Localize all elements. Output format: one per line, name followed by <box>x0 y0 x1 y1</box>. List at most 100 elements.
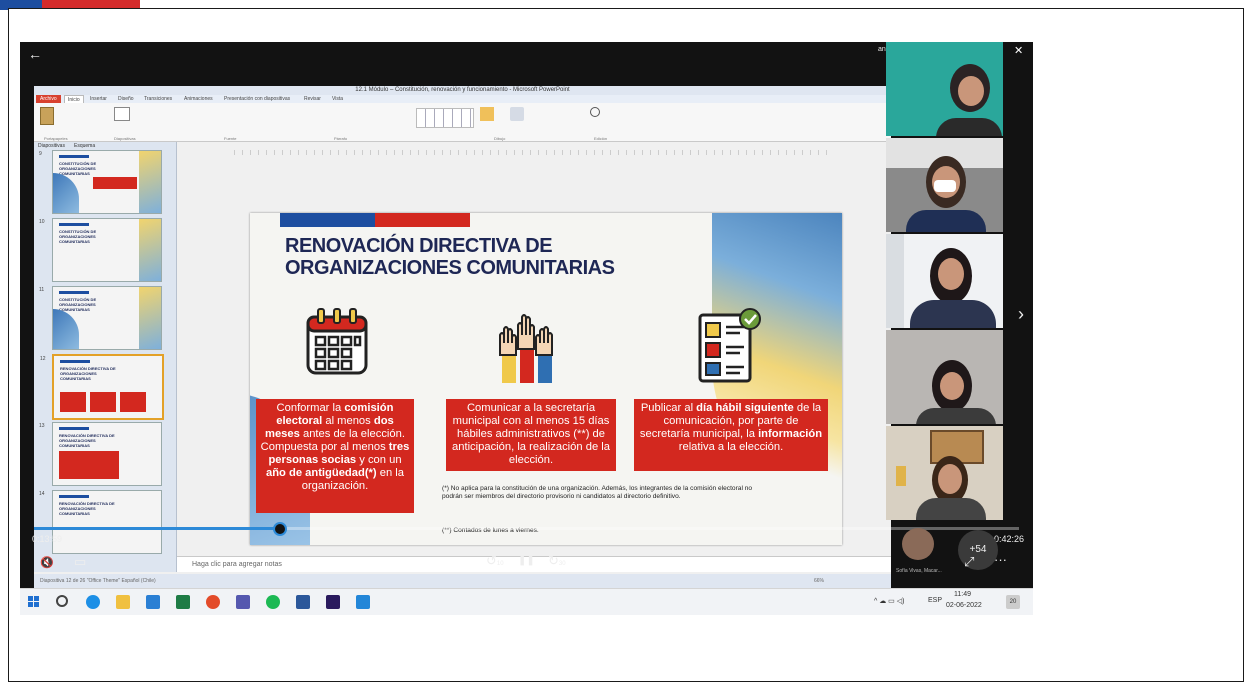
forward-30-icon[interactable]: ↻30 <box>548 553 566 569</box>
horizontal-ruler <box>234 150 834 155</box>
fullscreen-icon[interactable]: ⤢ <box>964 554 974 570</box>
teams-icon[interactable] <box>236 595 250 609</box>
tab-presentacion[interactable]: Presentación con diapositivas <box>224 95 290 103</box>
slide-thumb-number: 11 <box>39 287 45 293</box>
tab-revisar[interactable]: Revisar <box>304 95 321 103</box>
windows-start-icon[interactable] <box>28 595 42 609</box>
mute-icon[interactable]: 🔇 <box>40 556 54 569</box>
arrange-icon[interactable] <box>480 107 494 121</box>
slide-thumb-title: RENOVACIÓN DIRECTIVA DE ORGANIZACIONES C… <box>59 433 115 448</box>
participant-body <box>936 118 1002 136</box>
edge-browser-icon[interactable] <box>86 595 100 609</box>
chrome-icon[interactable] <box>206 595 220 609</box>
rewind-10-icon[interactable]: ↺10 <box>486 553 504 569</box>
participant-background <box>886 234 904 328</box>
participant-face <box>940 372 964 400</box>
thumb-stripe <box>59 223 89 226</box>
info-box-publicar: Publicar al día hábil siguiente de la co… <box>634 399 828 471</box>
word-icon[interactable] <box>296 595 310 609</box>
close-window-icon[interactable]: ✕ <box>1014 44 1023 57</box>
more-options-icon[interactable]: ··· <box>994 552 1007 567</box>
total-duration: 0:42:26 <box>994 534 1025 544</box>
slide-thumb[interactable]: 10 CONSTITUCIÓN DE ORGANIZACIONES COMUNI… <box>39 218 162 282</box>
participant-video-tile <box>886 42 1003 136</box>
pause-icon[interactable]: ❚❚ <box>518 555 535 566</box>
slide-thumb[interactable]: 9 CONSTITUCIÓN DE ORGANIZACIONES COMUNIT… <box>39 150 162 214</box>
box3-bold: día hábil siguiente <box>696 402 794 414</box>
plant <box>896 466 906 486</box>
thumb-red-box <box>120 392 146 412</box>
slide-title-line1: RENOVACIÓN DIRECTIVA DE <box>285 235 553 257</box>
info-box-comunicar-secretaria: Comunicar a la secretaría municipal con … <box>446 399 616 471</box>
thumb-stripe <box>59 155 89 158</box>
group-portapapeles: Portapapeles <box>44 136 68 141</box>
paste-icon[interactable] <box>40 107 54 125</box>
face-mask <box>934 180 956 192</box>
shapes-gallery-icon[interactable] <box>416 108 474 128</box>
rewind-seconds: 10 <box>496 561 504 567</box>
thumb-shape <box>139 287 161 349</box>
search-icon[interactable] <box>56 595 68 607</box>
participant-video-tile <box>886 330 1003 424</box>
thumb-stripe <box>59 291 89 294</box>
raised-hands-icon <box>499 314 553 383</box>
slide-thumb-selected[interactable]: 12 RENOVACIÓN DIRECTIVA DE ORGANIZACIONE… <box>40 354 164 420</box>
premiere-icon[interactable] <box>326 595 340 609</box>
quick-styles-icon[interactable] <box>510 107 524 121</box>
new-slide-icon[interactable] <box>114 107 130 121</box>
box1-text: y con un <box>356 454 402 466</box>
group-edicion: Edición <box>594 136 608 141</box>
slide-thumb[interactable]: 13 RENOVACIÓN DIRECTIVA DE ORGANIZACIONE… <box>39 422 162 486</box>
ppt-zoom-level[interactable]: 66% <box>814 578 824 584</box>
participant-avatar[interactable] <box>902 528 934 560</box>
notification-badge[interactable]: 20 <box>1006 595 1020 609</box>
slide-thumb-title: RENOVACIÓN DIRECTIVA DE ORGANIZACIONES C… <box>59 501 115 516</box>
thumb-red-box <box>60 392 86 412</box>
participant-face <box>938 258 964 290</box>
file-explorer-icon[interactable] <box>116 595 130 609</box>
slide-thumb[interactable]: 11 CONSTITUCIÓN DE ORGANIZACIONES COMUNI… <box>39 286 162 350</box>
box3-text: Publicar al <box>640 402 697 414</box>
tab-diseno[interactable]: Diseño <box>118 95 134 103</box>
participant-face <box>958 76 984 106</box>
footnote-1: (*) No aplica para la constitución de un… <box>442 485 753 500</box>
spotify-icon[interactable] <box>266 595 280 609</box>
slide-thumb-number: 14 <box>39 491 45 497</box>
chevron-right-icon[interactable]: › <box>1018 304 1024 325</box>
excel-icon[interactable] <box>176 595 190 609</box>
group-dibujo: Dibujo <box>494 136 506 141</box>
slide-thumb-title: CONSTITUCIÓN DE ORGANIZACIONES COMUNITAR… <box>59 297 97 312</box>
captions-icon[interactable]: ▭ <box>74 554 86 570</box>
slide-thumb[interactable]: 14 RENOVACIÓN DIRECTIVA DE ORGANIZACIONE… <box>39 490 162 554</box>
thumb-shape <box>53 173 79 213</box>
slide-title: RENOVACIÓN DIRECTIVA DE ORGANIZACIONES C… <box>285 235 615 279</box>
video-progress-bar[interactable] <box>34 522 1019 536</box>
clock-date[interactable]: 02-06-2022 <box>946 602 982 609</box>
tray-icons[interactable]: ^ ☁ ▭ ◁) <box>874 597 904 605</box>
tab-animaciones[interactable]: Animaciones <box>184 95 213 103</box>
tab-vista[interactable]: Vista <box>332 95 343 103</box>
group-fuente: Fuente <box>224 136 237 141</box>
thumb-red-box <box>90 392 116 412</box>
tab-archivo[interactable]: Archivo <box>36 95 61 103</box>
tab-insertar[interactable]: Insertar <box>90 95 107 103</box>
input-language[interactable]: ESP <box>928 597 942 604</box>
tab-transiciones[interactable]: Transiciones <box>144 95 172 103</box>
box3-bold: información <box>758 428 823 440</box>
participant-video-tile <box>886 138 1003 232</box>
mail-icon[interactable] <box>146 595 160 609</box>
slide-title-line2: ORGANIZACIONES COMUNITARIAS <box>285 257 615 279</box>
panel-tab-diapositivas[interactable]: Diapositivas <box>38 143 65 149</box>
back-arrow-icon[interactable]: ← <box>28 46 42 62</box>
checked-document-icon <box>698 308 761 383</box>
find-icon[interactable] <box>590 107 600 117</box>
forward-seconds: 30 <box>558 561 566 567</box>
panel-tab-esquema[interactable]: Esquema <box>74 143 95 149</box>
clock-time[interactable]: 11:49 <box>954 591 971 598</box>
slide-thumb-title: RENOVACIÓN DIRECTIVA DE ORGANIZACIONES C… <box>60 366 116 381</box>
photos-icon[interactable] <box>356 595 370 609</box>
slide-thumb-number: 10 <box>39 219 45 225</box>
current-slide: RENOVACIÓN DIRECTIVA DE ORGANIZACIONES C… <box>250 213 842 545</box>
slide-thumb-number: 13 <box>39 423 45 429</box>
slide-thumb-number: 9 <box>39 151 42 157</box>
